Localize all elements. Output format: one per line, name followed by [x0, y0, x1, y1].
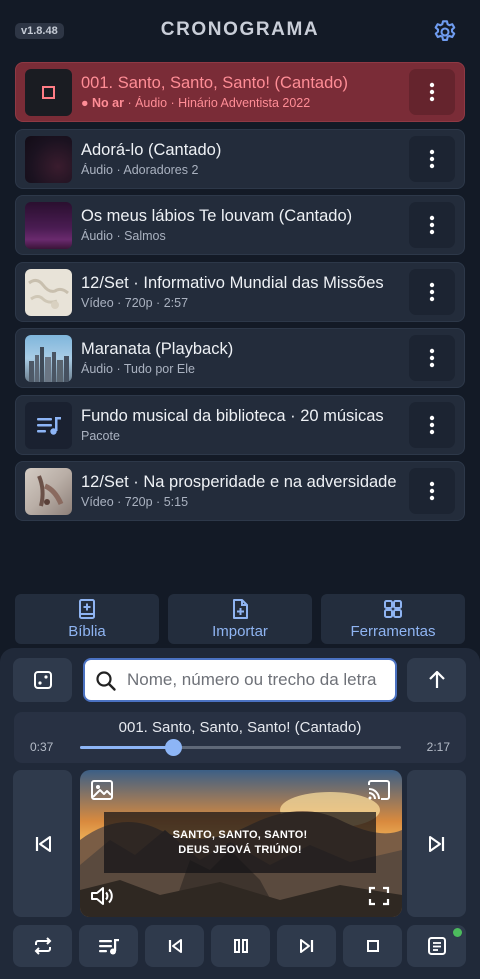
- header: v1.8.48 CRONOGRAMA: [0, 0, 480, 62]
- tools-button[interactable]: Ferramentas: [321, 594, 465, 644]
- import-label: Importar: [212, 623, 268, 640]
- playlist-music-icon: [98, 939, 119, 955]
- skip-previous-icon: [168, 939, 182, 953]
- kebab-menu-icon: [429, 348, 435, 368]
- lyrics-line: SANTO, SANTO, SANTO!: [172, 828, 308, 841]
- queue-item-meta: Vídeo · 720p · 5:15: [81, 495, 189, 509]
- seek-progress: [80, 746, 174, 749]
- total-time: 2:17: [426, 740, 450, 754]
- grid-icon: [384, 600, 402, 618]
- lyrics-overlay: SANTO, SANTO, SANTO! DEUS JEOVÁ TRIÚNO!: [104, 812, 376, 873]
- document-lines-icon: [427, 937, 446, 955]
- image-icon[interactable]: [90, 779, 114, 801]
- queue-item-meta: Áudio · Adoradores 2: [81, 162, 199, 177]
- kebab-menu-icon: [429, 282, 435, 301]
- settings-button[interactable]: [431, 18, 459, 46]
- shuffle-button[interactable]: [13, 658, 72, 702]
- book-plus-icon: [79, 599, 95, 619]
- queue-item-title: Adorá-lo (Cantado): [81, 140, 222, 159]
- thumbnail-image: [25, 202, 72, 249]
- thumbnail-image: [25, 268, 72, 316]
- file-plus-icon: [233, 599, 248, 619]
- seek-bar[interactable]: [80, 739, 401, 756]
- live-status: ● No ar: [81, 96, 124, 110]
- queue-item-title: Maranata (Playback): [81, 340, 234, 358]
- more-options-button[interactable]: [409, 468, 455, 514]
- previous-slide-button[interactable]: [13, 770, 72, 917]
- queue-item[interactable]: 12/Set · Na prosperidade e na adversidad…: [15, 461, 465, 521]
- tools-label: Ferramentas: [350, 623, 436, 640]
- thumbnail-image: [25, 468, 72, 515]
- status-dot: [453, 928, 462, 937]
- cast-icon[interactable]: [367, 779, 391, 801]
- stop-button[interactable]: [343, 925, 402, 967]
- search-icon: [96, 671, 116, 691]
- queue-music-button[interactable]: [79, 925, 138, 967]
- thumbnail-image: [25, 335, 72, 382]
- queue-item-title: 12/Set · Informativo Mundial das Missões: [81, 273, 384, 292]
- lyrics-line: DEUS JEOVÁ TRIÚNO!: [178, 843, 302, 856]
- projection-preview[interactable]: SANTO, SANTO, SANTO! DEUS JEOVÁ TRIÚNO!: [80, 770, 402, 917]
- skip-previous-icon: [35, 835, 51, 852]
- kebab-menu-icon: [429, 215, 435, 235]
- now-playing-title: 001. Santo, Santo, Santo! (Cantado): [118, 719, 362, 736]
- previous-track-button[interactable]: [145, 925, 204, 967]
- scroll-up-button[interactable]: [407, 658, 466, 702]
- seek-handle[interactable]: [165, 739, 183, 756]
- app-title: CRONOGRAMA: [160, 19, 320, 40]
- queue-item[interactable]: 001. Santo, Santo, Santo! (Cantado) ● No…: [15, 62, 465, 122]
- queue-item[interactable]: Fundo musical da biblioteca · 20 músicas…: [15, 394, 465, 455]
- fullscreen-icon[interactable]: [367, 885, 391, 907]
- bible-button[interactable]: Bíblia: [15, 594, 159, 644]
- queue-item-meta: Pacote: [81, 428, 120, 443]
- queue-item[interactable]: 12/Set · Informativo Mundial das Missões…: [15, 261, 465, 322]
- kebab-menu-icon: [429, 481, 435, 501]
- queue-item-meta: Vídeo · 720p · 2:57: [81, 295, 189, 310]
- pause-button[interactable]: [211, 925, 270, 967]
- queue-item-title: Os meus lábios Te louvam (Cantado): [81, 207, 353, 225]
- more-options-button[interactable]: [409, 401, 455, 448]
- bible-label: Bíblia: [68, 623, 106, 640]
- repeat-icon: [34, 937, 51, 955]
- queue-item-meta: Áudio · Tudo por Ele: [81, 362, 195, 376]
- search-box[interactable]: [83, 658, 397, 702]
- more-options-button[interactable]: [409, 202, 455, 248]
- next-slide-button[interactable]: [407, 770, 466, 917]
- more-options-button[interactable]: [409, 135, 455, 182]
- arrow-up-icon: [428, 670, 445, 688]
- kebab-menu-icon: [429, 415, 435, 434]
- next-track-button[interactable]: [277, 925, 336, 967]
- queue-item-title: 12/Set · Na prosperidade e na adversidad…: [81, 473, 397, 491]
- more-options-button[interactable]: [409, 69, 455, 115]
- current-time: 0:37: [30, 740, 54, 754]
- gear-icon: [434, 20, 456, 41]
- repeat-button[interactable]: [13, 925, 72, 967]
- kebab-menu-icon: [429, 149, 435, 168]
- pause-icon: [233, 939, 248, 953]
- dice-icon: [33, 671, 52, 689]
- now-playing-panel: 001. Santo, Santo, Santo! (Cantado) 0:37…: [14, 712, 466, 763]
- queue-item-title: 001. Santo, Santo, Santo! (Cantado): [81, 74, 348, 92]
- more-options-button[interactable]: [409, 335, 455, 381]
- stop-icon: [366, 940, 379, 952]
- stop-thumb: [25, 69, 72, 116]
- skip-next-icon: [299, 939, 313, 953]
- queue-item-title: Fundo musical da biblioteca · 20 músicas: [81, 406, 384, 425]
- queue-item[interactable]: Maranata (Playback) Áudio · Tudo por Ele: [15, 328, 465, 388]
- playlist-music-icon: [37, 416, 61, 435]
- tool-buttons: Bíblia Importar Ferramentas: [15, 594, 465, 644]
- queue-list: 001. Santo, Santo, Santo! (Cantado) ● No…: [15, 62, 465, 528]
- queue-item-meta: ● No ar · Áudio · Hinário Adventista 202…: [81, 96, 311, 110]
- skip-next-icon: [428, 835, 444, 852]
- more-options-button[interactable]: [409, 268, 455, 315]
- queue-item-meta: Áudio · Salmos: [81, 229, 166, 243]
- kebab-menu-icon: [429, 82, 435, 102]
- import-button[interactable]: Importar: [168, 594, 312, 644]
- volume-icon[interactable]: [89, 885, 115, 907]
- queue-item[interactable]: Os meus lábios Te louvam (Cantado) Áudio…: [15, 195, 465, 255]
- queue-item[interactable]: Adorá-lo (Cantado) Áudio · Adoradores 2: [15, 128, 465, 189]
- search-input[interactable]: [127, 667, 389, 693]
- playlist-thumb: [25, 401, 72, 449]
- thumbnail-image: [25, 135, 72, 183]
